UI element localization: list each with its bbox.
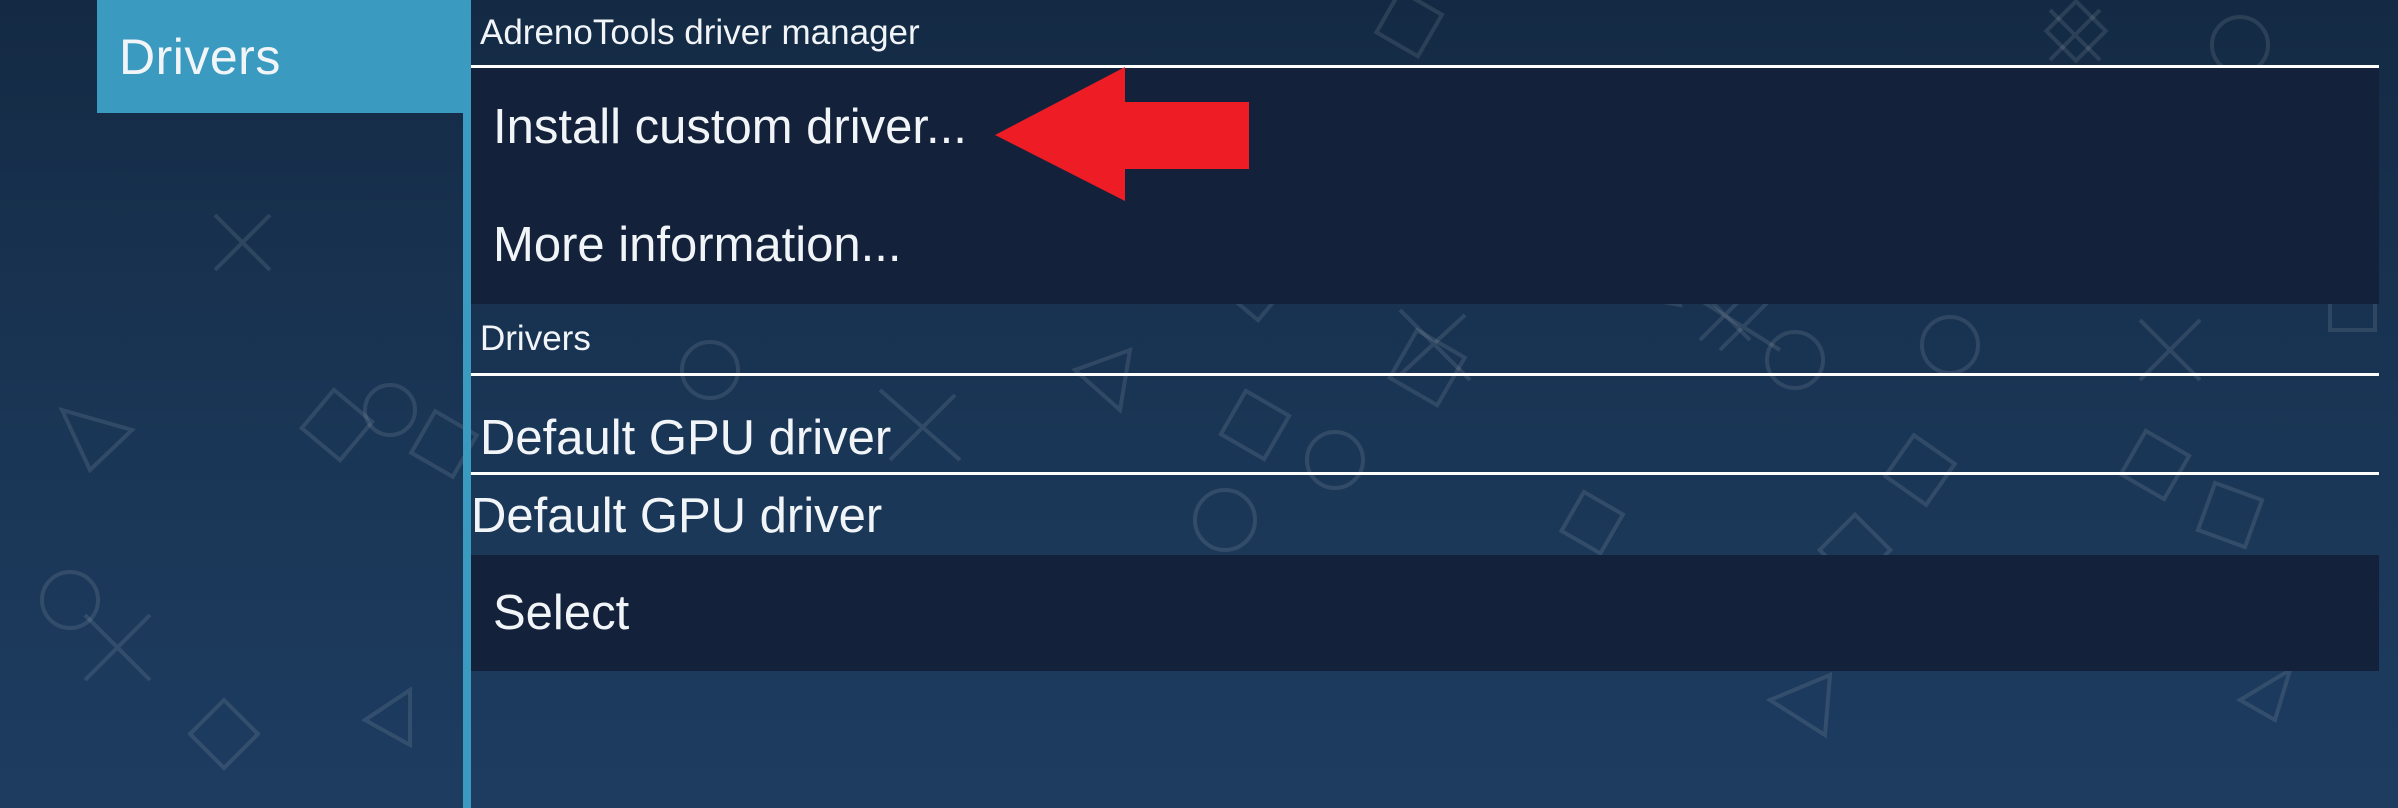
- triangle-icon: [361, 686, 412, 749]
- panel-divider: [463, 0, 471, 808]
- install-custom-driver-label: Install custom driver...: [493, 99, 967, 154]
- red-arrow-annotation: [995, 67, 1249, 201]
- section-header-adrenotools: AdrenoTools driver manager: [471, 0, 2379, 68]
- more-information-label: More information...: [493, 217, 902, 272]
- square-icon: [187, 697, 261, 771]
- circle-icon: [363, 383, 417, 437]
- select-driver-button[interactable]: Select: [471, 555, 2379, 671]
- more-information-button[interactable]: More information...: [471, 185, 2379, 304]
- left-arrow-icon: [995, 67, 1249, 201]
- section-header-label: AdrenoTools driver manager: [480, 12, 920, 52]
- driver-list-item[interactable]: Default GPU driver: [471, 478, 2379, 553]
- sidebar-tab-drivers[interactable]: Drivers: [97, 0, 467, 113]
- sidebar-tab-label: Drivers: [119, 28, 281, 85]
- settings-panel: AdrenoTools driver manager Install custo…: [471, 0, 2379, 808]
- driver-list-item-label: Default GPU driver: [471, 488, 883, 543]
- square-icon: [298, 386, 376, 464]
- triangle-icon: [58, 406, 136, 474]
- section-header-drivers: Drivers: [471, 304, 2379, 376]
- cross-icon: [83, 613, 152, 682]
- current-driver-label: Default GPU driver: [471, 376, 2379, 475]
- current-driver-text: Default GPU driver: [480, 411, 892, 465]
- select-driver-label: Select: [493, 586, 630, 640]
- install-custom-driver-button[interactable]: Install custom driver...: [471, 68, 2379, 185]
- cross-icon: [213, 213, 272, 272]
- section-header-label: Drivers: [480, 318, 591, 358]
